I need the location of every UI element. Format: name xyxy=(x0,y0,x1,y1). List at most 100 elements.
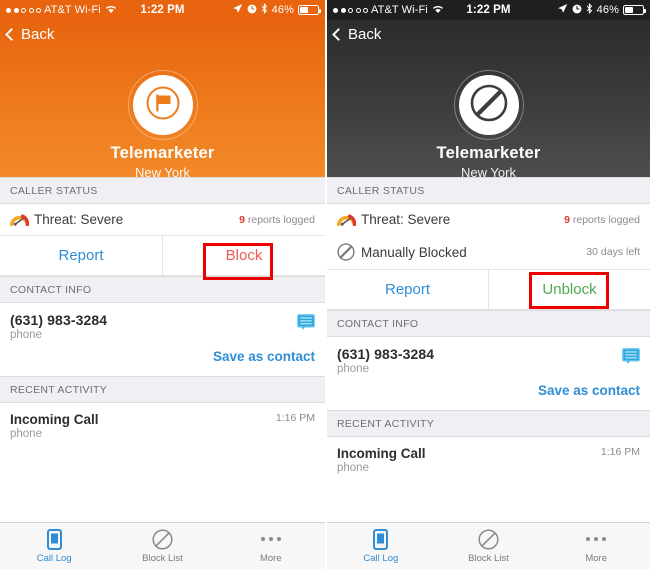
activity-time: 1:16 PM xyxy=(275,412,315,424)
tab-block-list-label: Block List xyxy=(468,553,509,564)
tab-block-list[interactable]: Block List xyxy=(435,528,543,564)
phone-panel-unblocked: AT&T Wi-Fi 1:22 PM 46% Back Telemarketer… xyxy=(0,0,325,569)
bluetooth-icon xyxy=(261,3,268,17)
battery-icon xyxy=(623,5,646,15)
status-bar: AT&T Wi-Fi 1:22 PM 46% xyxy=(0,0,325,20)
contact-number-kind: phone xyxy=(337,363,369,375)
caller-location: New York xyxy=(461,165,516,180)
status-row-meta: 30 days left xyxy=(586,246,640,258)
caller-name: Telemarketer xyxy=(436,144,541,162)
activity-item[interactable]: Incoming Call phone 1:16 PM xyxy=(0,403,325,450)
back-button-label: Back xyxy=(21,26,55,43)
status-row-threat[interactable]: Threat: Severe 9 reports logged xyxy=(0,204,325,236)
tab-call-log-label: Call Log xyxy=(363,553,399,564)
battery-percent-label: 46% xyxy=(596,4,619,16)
phone-device-icon xyxy=(373,528,389,550)
ellipsis-icon xyxy=(586,528,607,550)
activity-item[interactable]: Incoming Call phone 1:16 PM xyxy=(327,437,650,484)
contact-number: (631) 983-3284 xyxy=(10,312,108,328)
back-button-label: Back xyxy=(348,26,382,43)
status-row-meta: 9 reports logged xyxy=(564,214,640,226)
tab-bar: Call Log Block List More xyxy=(0,522,325,569)
status-bar-right: 46% xyxy=(557,3,646,17)
block-slash-icon xyxy=(337,243,361,261)
activity-title: Incoming Call xyxy=(337,446,426,461)
contact-number-row[interactable]: (631) 983-3284 phone xyxy=(0,303,325,345)
tab-call-log[interactable]: Call Log xyxy=(327,528,435,564)
battery-percent-label: 46% xyxy=(271,4,294,16)
block-button[interactable]: Block xyxy=(162,236,325,275)
back-button[interactable]: Back xyxy=(327,20,381,43)
block-slash-icon xyxy=(152,528,173,550)
status-row-blocked[interactable]: Manually Blocked 30 days left xyxy=(327,235,650,270)
tab-block-list-label: Block List xyxy=(142,553,183,564)
bluetooth-icon xyxy=(586,3,593,17)
caller-name: Telemarketer xyxy=(110,144,215,162)
tab-more[interactable]: More xyxy=(217,528,325,564)
status-action-bar: Report Unblock xyxy=(327,270,650,310)
save-contact-row: Save as contact xyxy=(0,345,325,376)
section-header-contact-info: CONTACT INFO xyxy=(327,310,650,337)
caller-identity: Telemarketer New York xyxy=(327,70,650,180)
contact-number-block: (631) 983-3284 phone xyxy=(337,346,434,375)
tab-call-log-label: Call Log xyxy=(36,553,72,564)
tab-call-log[interactable]: Call Log xyxy=(0,528,108,564)
chevron-left-icon xyxy=(5,28,18,41)
status-row-label: Threat: Severe xyxy=(361,212,451,227)
alarm-clock-icon xyxy=(247,4,257,17)
caller-hero-dark: Back Telemarketer New York xyxy=(327,20,650,180)
ellipsis-icon xyxy=(260,528,281,550)
chevron-left-icon xyxy=(332,28,345,41)
contact-number: (631) 983-3284 xyxy=(337,346,435,362)
speedometer-threat-icon xyxy=(337,212,361,227)
tab-bar: Call Log Block List More xyxy=(327,522,650,569)
flag-icon xyxy=(146,86,180,125)
section-header-recent-activity: RECENT ACTIVITY xyxy=(327,410,650,437)
status-row-label: Manually Blocked xyxy=(361,244,467,260)
tab-more-label: More xyxy=(585,553,607,564)
report-button[interactable]: Report xyxy=(0,236,162,275)
block-slash-icon xyxy=(467,81,511,130)
caller-hero-orange: Back Telemarketer New York xyxy=(0,20,325,180)
contact-number-block: (631) 983-3284 phone xyxy=(10,312,107,341)
status-row-threat[interactable]: Threat: Severe 9 reports logged xyxy=(327,204,650,235)
reports-label: reports logged xyxy=(569,213,640,226)
activity-kind: phone xyxy=(337,462,369,474)
phone-panel-blocked: AT&T Wi-Fi 1:22 PM 46% Back Telemarketer… xyxy=(325,0,650,569)
reports-label: reports logged xyxy=(244,213,315,226)
section-header-recent-activity: RECENT ACTIVITY xyxy=(0,376,325,403)
caller-identity: Telemarketer New York xyxy=(0,70,325,180)
tab-more-label: More xyxy=(259,553,282,564)
section-header-contact-info: CONTACT INFO xyxy=(0,276,325,303)
phone-device-icon xyxy=(46,528,62,550)
save-as-contact-button[interactable]: Save as contact xyxy=(213,349,315,364)
message-bubble-icon[interactable] xyxy=(297,314,315,336)
activity-text-block: Incoming Call phone xyxy=(337,446,426,474)
contact-number-row[interactable]: (631) 983-3284 phone xyxy=(327,337,650,379)
activity-title: Incoming Call xyxy=(10,412,99,427)
activity-time: 1:16 PM xyxy=(600,446,640,458)
section-header-caller-status: CALLER STATUS xyxy=(327,177,650,204)
avatar xyxy=(453,70,524,140)
message-bubble-icon[interactable] xyxy=(622,348,640,370)
save-as-contact-button[interactable]: Save as contact xyxy=(538,383,640,398)
status-row-meta: 9 reports logged xyxy=(239,214,315,226)
caller-location: New York xyxy=(135,165,190,180)
location-arrow-icon xyxy=(232,3,243,17)
status-bar-right: 46% xyxy=(232,3,321,17)
activity-kind: phone xyxy=(10,428,42,440)
tab-more[interactable]: More xyxy=(542,528,650,564)
avatar xyxy=(127,70,198,140)
report-button[interactable]: Report xyxy=(327,270,488,309)
location-arrow-icon xyxy=(557,3,568,17)
screenshot-stage: AT&T Wi-Fi 1:22 PM 46% Back Telemarketer… xyxy=(0,0,650,569)
alarm-clock-icon xyxy=(572,4,582,17)
block-slash-icon xyxy=(478,528,499,550)
activity-text-block: Incoming Call phone xyxy=(10,412,99,440)
speedometer-threat-icon xyxy=(10,212,34,227)
back-button[interactable]: Back xyxy=(0,20,54,43)
status-row-label: Threat: Severe xyxy=(34,212,124,227)
unblock-button[interactable]: Unblock xyxy=(488,270,650,309)
tab-block-list[interactable]: Block List xyxy=(108,528,216,564)
detail-body: CALLER STATUS Threat: Severe 9 reports l… xyxy=(327,177,650,484)
